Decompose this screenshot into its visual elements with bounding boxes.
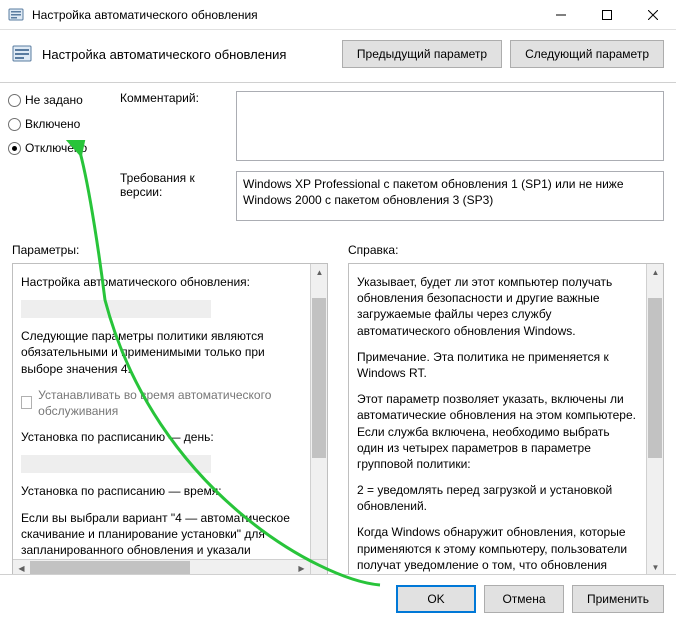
radio-label: Включено — [25, 117, 80, 131]
scroll-thumb[interactable] — [30, 561, 190, 575]
comment-input[interactable] — [236, 91, 664, 161]
help-panel: Указывает, будет ли этот компьютер получ… — [348, 263, 664, 577]
scroll-up-icon: ▲ — [311, 264, 328, 281]
scroll-thumb[interactable] — [648, 298, 662, 458]
supported-label: Требования к версии: — [120, 171, 236, 221]
radio-label: Отключено — [25, 141, 87, 155]
sched-day-label: Установка по расписанию — день: — [21, 429, 302, 445]
supported-value: Windows XP Professional с пакетом обновл… — [243, 177, 624, 207]
radio-enabled[interactable]: Включено — [8, 117, 120, 131]
lower-section: Параметры: Настройка автоматического обн… — [0, 239, 676, 577]
state-radios: Не задано Включено Отключено — [8, 91, 120, 231]
help-label: Справка: — [348, 243, 664, 257]
window-title: Настройка автоматического обновления — [32, 8, 538, 22]
help-p4: 2 = уведомлять перед загрузкой и установ… — [357, 482, 638, 514]
policy-title: Настройка автоматического обновления — [42, 47, 286, 62]
radio-disabled[interactable]: Отключено — [8, 141, 120, 155]
checkbox-label: Устанавливать во время автоматического о… — [38, 387, 302, 419]
radio-icon — [8, 118, 21, 131]
update-mode-combo[interactable] — [21, 300, 211, 318]
dialog-footer: OK Отмена Применить — [0, 574, 676, 623]
options-label: Параметры: — [12, 243, 328, 257]
help-p1: Указывает, будет ли этот компьютер получ… — [357, 274, 638, 339]
policy-header: Настройка автоматического обновления Пре… — [0, 30, 676, 83]
minimize-button[interactable] — [538, 0, 584, 29]
radio-icon — [8, 142, 21, 155]
comment-label: Комментарий: — [120, 91, 236, 161]
options-vertical-scrollbar[interactable]: ▲ ▼ — [310, 264, 327, 576]
scroll-thumb[interactable] — [312, 298, 326, 458]
scroll-up-icon: ▲ — [647, 264, 664, 281]
radio-label: Не задано — [25, 93, 83, 107]
previous-setting-button[interactable]: Предыдущий параметр — [342, 40, 502, 68]
policy-icon — [8, 7, 24, 23]
next-setting-button[interactable]: Следующий параметр — [510, 40, 664, 68]
options-panel: Настройка автоматического обновления: Сл… — [12, 263, 328, 577]
apply-button[interactable]: Применить — [572, 585, 664, 613]
help-vertical-scrollbar[interactable]: ▲ ▼ — [646, 264, 663, 576]
sched-time-label: Установка по расписанию — время: — [21, 483, 302, 499]
close-button[interactable] — [630, 0, 676, 29]
help-p2: Примечание. Эта политика не применяется … — [357, 349, 638, 381]
help-p3: Этот параметр позволяет указать, включен… — [357, 391, 638, 472]
checkbox-icon — [21, 396, 32, 409]
titlebar: Настройка автоматического обновления — [0, 0, 676, 30]
install-maintenance-checkbox[interactable]: Устанавливать во время автоматического о… — [21, 387, 302, 419]
cancel-button[interactable]: Отмена — [484, 585, 564, 613]
supported-text[interactable]: Windows XP Professional с пакетом обновл… — [236, 171, 664, 221]
radio-not-configured[interactable]: Не задано — [8, 93, 120, 107]
options-column: Параметры: Настройка автоматического обн… — [12, 243, 328, 577]
radio-icon — [8, 94, 21, 107]
help-column: Справка: Указывает, будет ли этот компью… — [348, 243, 664, 577]
sched-day-combo[interactable] — [21, 455, 211, 473]
policy-header-icon — [12, 44, 32, 64]
ok-button[interactable]: OK — [396, 585, 476, 613]
options-note: Следующие параметры политики являются об… — [21, 328, 302, 377]
upper-section: Не задано Включено Отключено Комментарий… — [0, 83, 676, 239]
options-heading: Настройка автоматического обновления: — [21, 274, 302, 290]
window-controls — [538, 0, 676, 29]
help-p5: Когда Windows обнаружит обновления, кото… — [357, 524, 638, 576]
maximize-button[interactable] — [584, 0, 630, 29]
